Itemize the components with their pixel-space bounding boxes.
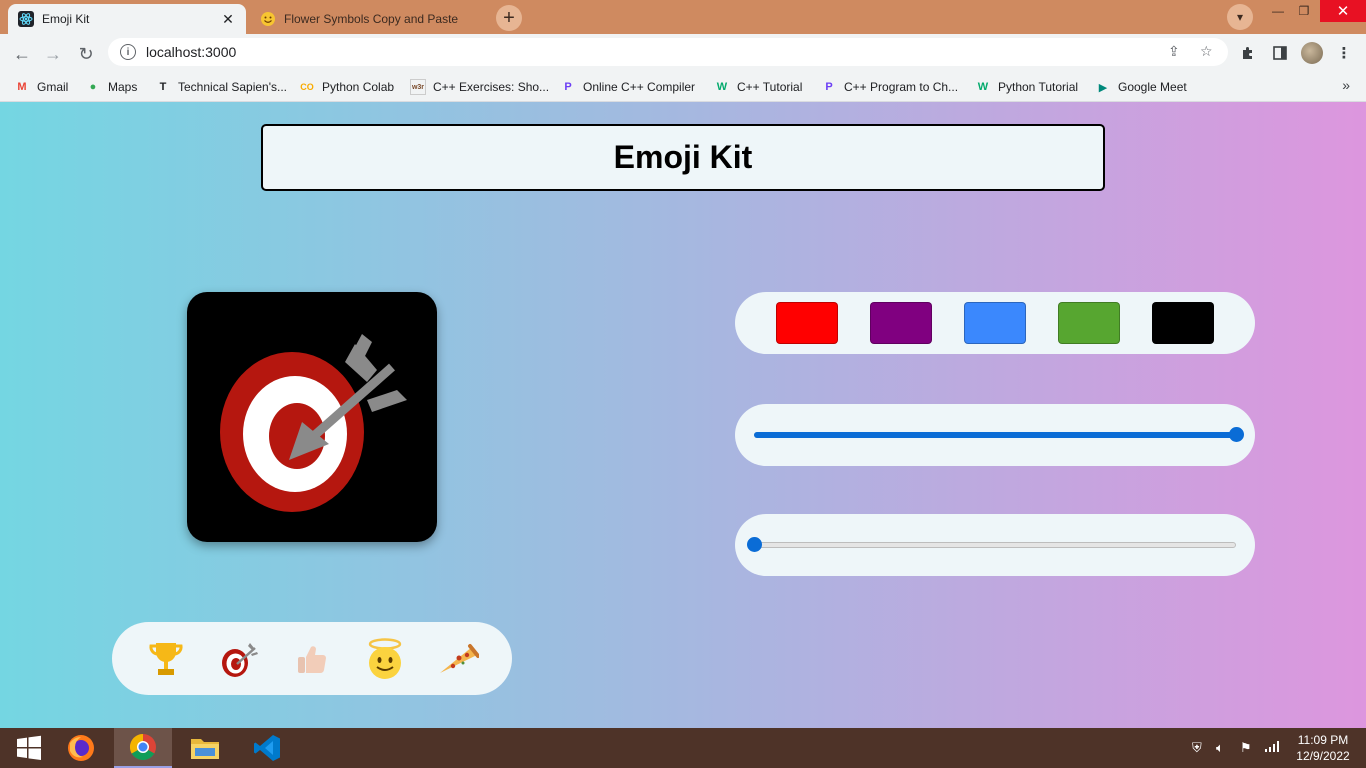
tab-search-icon[interactable]: ▾ <box>1227 4 1253 30</box>
bookmark-gmail[interactable]: M Gmail <box>14 78 68 96</box>
window-close-icon[interactable]: ✕ <box>1320 0 1366 22</box>
tab-emoji-kit[interactable]: Emoji Kit ✕ <box>8 4 246 34</box>
meet-icon: ▶ <box>1098 81 1108 94</box>
clock-time: 11:09 PM <box>1297 733 1349 747</box>
programiz-icon: P <box>825 81 833 93</box>
forward-arrow-icon[interactable]: → <box>40 41 66 67</box>
bookmark-python-tutorial[interactable]: W Python Tutorial <box>975 78 1078 96</box>
network-signal-icon[interactable] <box>1264 740 1280 755</box>
slider-fill <box>754 432 1236 438</box>
kebab-menu-icon[interactable]: ⋮ <box>1334 43 1354 63</box>
site-info-icon[interactable]: i <box>120 44 136 60</box>
back-arrow-icon[interactable]: ← <box>9 41 35 67</box>
app-title: Emoji Kit <box>613 139 753 175</box>
bookmark-python-colab[interactable]: CO Python Colab <box>299 78 394 96</box>
bookmark-cpp-program[interactable]: P C++ Program to Ch... <box>821 78 958 96</box>
reload-icon[interactable]: ↻ <box>73 41 99 67</box>
app-header: Emoji Kit <box>261 124 1105 191</box>
security-shield-icon[interactable]: ⛨ <box>1192 740 1202 756</box>
close-tab-icon[interactable]: ✕ <box>220 11 236 28</box>
tab-title: Flower Symbols Copy and Paste <box>284 12 459 26</box>
share-icon[interactable]: ⇪ <box>1168 43 1180 60</box>
color-swatch-purple[interactable] <box>870 302 932 344</box>
slider-thumb[interactable] <box>747 537 762 552</box>
rotation-slider-container <box>735 514 1255 576</box>
rotation-slider[interactable] <box>747 537 1243 552</box>
size-slider[interactable] <box>747 427 1244 442</box>
w3schools-icon: W <box>716 81 728 93</box>
more-bookmarks-icon[interactable]: » <box>1342 77 1350 93</box>
emoji-tray <box>112 622 512 695</box>
bookmark-star-icon[interactable]: ☆ <box>1200 43 1213 60</box>
size-slider-container <box>735 404 1255 466</box>
bookmark-online-cpp-compiler[interactable]: P Online C++ Compiler <box>560 78 695 96</box>
vscode-icon[interactable] <box>238 728 296 768</box>
color-swatch-green[interactable] <box>1058 302 1120 344</box>
pizza-icon[interactable] <box>436 637 480 681</box>
file-explorer-icon[interactable] <box>176 728 234 768</box>
maps-pin-icon: ● <box>89 81 97 93</box>
address-bar[interactable]: i localhost:3000 ⇪ ☆ <box>108 38 1228 66</box>
browser-toolbar: ← → ↻ i localhost:3000 ⇪ ☆ ⋮ <box>0 34 1366 72</box>
firefox-icon[interactable] <box>52 728 110 768</box>
emoji-kit-page: Emoji Kit <box>0 102 1366 728</box>
w3schools-icon: W <box>977 81 989 93</box>
extensions-puzzle-icon[interactable] <box>1238 43 1258 63</box>
tab-flower-symbols[interactable]: Flower Symbols Copy and Paste <box>250 4 486 34</box>
color-swatch-black[interactable] <box>1152 302 1214 344</box>
colab-icon: CO <box>300 82 314 92</box>
profile-avatar[interactable] <box>1301 42 1323 64</box>
color-swatch-red[interactable] <box>776 302 838 344</box>
bookmark-cpp-exercises[interactable]: w3r C++ Exercises: Sho... <box>410 78 549 96</box>
tab-strip: Emoji Kit ✕ Flower Symbols Copy and Past… <box>0 0 1366 34</box>
smiling-face-with-halo-icon[interactable] <box>363 637 407 681</box>
restore-icon[interactable]: ❐ <box>1286 0 1322 22</box>
emoji-preview-card <box>187 292 437 542</box>
action-center-flag-icon[interactable]: ⚑ <box>1240 740 1252 756</box>
react-icon <box>18 11 34 27</box>
chrome-icon[interactable] <box>114 728 172 768</box>
bookmark-cpp-tutorial[interactable]: W C++ Tutorial <box>714 78 803 96</box>
direct-hit-icon[interactable] <box>217 637 261 681</box>
color-swatch-blue[interactable] <box>964 302 1026 344</box>
clock-date: 12/9/2022 <box>1296 749 1350 763</box>
new-tab-button[interactable]: + <box>496 5 522 31</box>
bookmark-maps[interactable]: ● Maps <box>85 78 138 96</box>
smiley-favicon-icon <box>260 11 276 27</box>
slider-thumb[interactable] <box>1229 427 1244 442</box>
direct-hit-emoji-preview <box>220 334 407 512</box>
w3r-icon: w3r <box>410 79 426 95</box>
windows-start-icon[interactable] <box>0 728 58 768</box>
address-text: localhost:3000 <box>146 44 237 60</box>
taskbar-clock[interactable]: 11:09 PM 12/9/2022 <box>1290 732 1356 764</box>
trophy-icon[interactable] <box>144 637 188 681</box>
side-panel-icon[interactable] <box>1270 43 1290 63</box>
volume-icon[interactable]: 🔈︎ <box>1216 740 1224 756</box>
bookmarks-bar: M Gmail ● Maps T Technical Sapien's... CO Py… <box>0 72 1366 102</box>
tab-title: Emoji Kit <box>42 12 90 26</box>
bookmark-technical-sapien[interactable]: T Technical Sapien's... <box>155 78 287 96</box>
thumbs-up-icon[interactable] <box>290 637 334 681</box>
windows-taskbar: ⛨ 🔈︎ ⚑ 11:09 PM 12/9/2022 <box>0 728 1366 768</box>
gmail-icon: M <box>17 81 27 93</box>
t-logo-icon: T <box>159 81 167 93</box>
bookmark-google-meet[interactable]: ▶ Google Meet <box>1095 78 1187 96</box>
color-picker-bar <box>735 292 1255 354</box>
slider-track <box>754 542 1236 548</box>
programiz-icon: P <box>564 81 572 93</box>
